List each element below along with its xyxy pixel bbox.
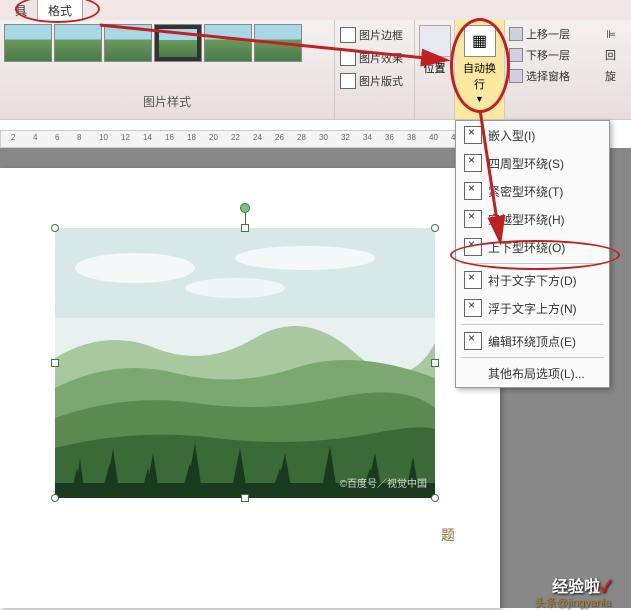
picture-layout-button[interactable]: 图片版式 bbox=[338, 71, 411, 91]
wrap-edit-icon bbox=[464, 332, 482, 350]
position-section: 位置 bbox=[415, 20, 455, 119]
wrap-option-tight[interactable]: 紧密型环绕(T) bbox=[456, 177, 609, 205]
wrap-tight-icon bbox=[464, 182, 482, 200]
style-thumb[interactable] bbox=[4, 24, 52, 62]
wrap-inline-icon bbox=[464, 126, 482, 144]
forward-icon bbox=[509, 27, 523, 41]
wrap-dropdown-menu: 嵌入型(I) 四周型环绕(S) 紧密型环绕(T) 穿越型环绕(H) 上下型环绕(… bbox=[455, 120, 610, 388]
text-char: 题 bbox=[441, 525, 455, 545]
style-thumb[interactable] bbox=[104, 24, 152, 62]
position-label: 位置 bbox=[424, 60, 446, 76]
wrap-square-icon bbox=[464, 154, 482, 172]
style-thumb[interactable] bbox=[254, 24, 302, 62]
style-thumb[interactable] bbox=[54, 24, 102, 62]
wrap-label: 自动换行 bbox=[460, 60, 499, 92]
wrap-icon: ▦ bbox=[464, 25, 496, 57]
wrap-option-more[interactable]: 其他布局选项(L)... bbox=[456, 360, 609, 387]
picture-styles-section: 图片样式 bbox=[0, 20, 335, 119]
wrap-through-icon bbox=[464, 210, 482, 228]
wrap-option-topbottom[interactable]: 上下型环绕(O) bbox=[456, 233, 609, 261]
menu-divider bbox=[461, 357, 604, 358]
image-watermark: ©百度号／视觉中国 bbox=[340, 475, 427, 490]
resize-handle[interactable] bbox=[51, 224, 59, 232]
picture-effects-button[interactable]: 图片效果 bbox=[338, 48, 411, 68]
tab-format[interactable]: 格式 bbox=[37, 0, 83, 21]
layout-icon bbox=[340, 73, 356, 89]
horizontal-ruler[interactable]: 246810121416182022242628303234363840424 bbox=[0, 130, 500, 148]
wrap-topbottom-icon bbox=[464, 238, 482, 256]
resize-handle[interactable] bbox=[51, 359, 59, 367]
style-thumb[interactable] bbox=[204, 24, 252, 62]
resize-handle[interactable] bbox=[51, 494, 59, 502]
effects-icon bbox=[340, 50, 356, 66]
dropdown-arrow-icon: ▼ bbox=[475, 94, 484, 104]
resize-handle[interactable] bbox=[241, 224, 249, 232]
position-icon[interactable] bbox=[419, 25, 451, 57]
tab-tool[interactable]: 具 bbox=[5, 0, 37, 21]
wrap-option-edit[interactable]: 编辑环绕顶点(E) bbox=[456, 327, 609, 355]
wrap-option-inline[interactable]: 嵌入型(I) bbox=[456, 121, 609, 149]
menu-divider bbox=[461, 263, 604, 264]
rotate-handle[interactable] bbox=[240, 203, 250, 213]
resize-handle[interactable] bbox=[241, 494, 249, 502]
arrange-section: 上移一层 ⊫ 下移一层 回 选择窗格 旋 bbox=[505, 20, 620, 119]
wrap-text-section[interactable]: ▦ 自动换行 ▼ bbox=[455, 20, 505, 119]
send-backward-button[interactable]: 下移一层 回 bbox=[508, 46, 617, 64]
ribbon: 图片样式 图片边框 图片效果 图片版式 位置 ▦ 自动换行 ▼ 上移一层 ⊫ bbox=[0, 20, 631, 120]
picture-border-section: 图片边框 图片效果 图片版式 bbox=[335, 20, 415, 119]
selection-pane-button[interactable]: 选择窗格 旋 bbox=[508, 67, 617, 85]
document-page[interactable]: ©百度号／视觉中国 题 bbox=[0, 168, 500, 608]
picture-border-button[interactable]: 图片边框 bbox=[338, 25, 411, 45]
selected-image[interactable]: ©百度号／视觉中国 bbox=[55, 228, 435, 498]
resize-handle[interactable] bbox=[431, 224, 439, 232]
wrap-option-square[interactable]: 四周型环绕(S) bbox=[456, 149, 609, 177]
wrap-option-front[interactable]: 浮于文字上方(N) bbox=[456, 294, 609, 322]
backward-icon bbox=[509, 48, 523, 62]
resize-handle[interactable] bbox=[431, 359, 439, 367]
menu-divider bbox=[461, 324, 604, 325]
wrap-option-through[interactable]: 穿越型环绕(H) bbox=[456, 205, 609, 233]
landscape-picture bbox=[55, 228, 435, 498]
wrap-behind-icon bbox=[464, 271, 482, 289]
wrap-option-behind[interactable]: 衬于文字下方(D) bbox=[456, 266, 609, 294]
styles-label: 图片样式 bbox=[0, 85, 334, 110]
sub-watermark: 头条@jingyanla bbox=[534, 594, 611, 610]
style-thumb[interactable] bbox=[154, 24, 202, 62]
border-icon bbox=[340, 27, 356, 43]
resize-handle[interactable] bbox=[431, 494, 439, 502]
pane-icon bbox=[509, 69, 523, 83]
wrap-front-icon bbox=[464, 299, 482, 317]
bring-forward-button[interactable]: 上移一层 ⊫ bbox=[508, 25, 617, 43]
